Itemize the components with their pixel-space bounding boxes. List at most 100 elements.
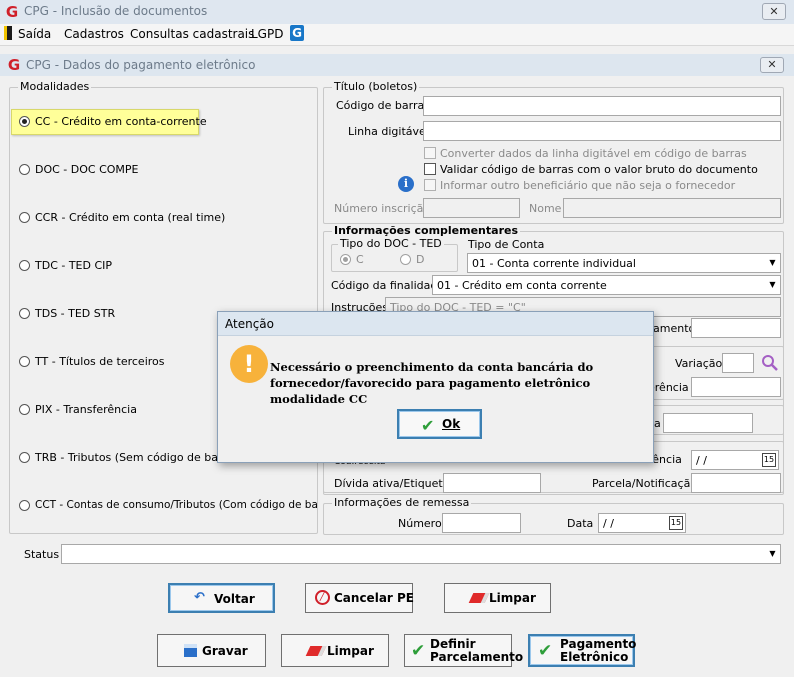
radio-trb[interactable]: [19, 452, 30, 463]
data-input[interactable]: / / 15: [598, 513, 686, 533]
referencia-label: erência: [648, 381, 689, 394]
pagamento-eletronico-line2: Eletrônico: [560, 650, 629, 664]
modalidade-option-doc[interactable]: DOC - DOC COMPE: [19, 163, 219, 177]
numero-inscricao-input[interactable]: [423, 198, 520, 218]
menu-bar: Saída Cadastros Consultas cadastrais LGP…: [0, 24, 794, 46]
divida-ativa-input[interactable]: [443, 473, 541, 493]
modalidade-option-ccr[interactable]: CCR - Crédito em conta (real time): [19, 211, 269, 225]
tipo-conta-label: Tipo de Conta: [468, 238, 545, 251]
check-icon: ✔: [538, 641, 553, 661]
pagamento-eletronico-line1: Pagamento: [560, 637, 637, 651]
validar-checkbox-label: Validar código de barras com o valor bru…: [440, 163, 758, 176]
close-icon: ✕: [767, 58, 777, 71]
radio-pix[interactable]: [19, 404, 30, 415]
menu-cadastros[interactable]: Cadastros: [64, 27, 124, 41]
validar-checkbox[interactable]: [424, 163, 436, 175]
calendar-icon[interactable]: 15: [762, 453, 776, 467]
search-icon[interactable]: [761, 354, 779, 372]
referencia-input[interactable]: [691, 377, 781, 397]
status-select[interactable]: ▼: [61, 544, 781, 564]
remessa-group: Informações de remessa: [323, 496, 784, 535]
pagamento-input[interactable]: [691, 318, 781, 338]
modalidade-option-tds[interactable]: TDS - TED STR: [19, 307, 219, 321]
outer-title-bar: G CPG - Inclusão de documentos ✕: [0, 0, 794, 24]
numero-input[interactable]: [442, 513, 521, 533]
atencao-dialog: Atenção ! Necessário o preenchimento da …: [217, 311, 654, 463]
linha-digitavel-label: Linha digitável: [348, 125, 429, 138]
radio-tipo-d-label: D: [416, 253, 425, 266]
inner-close-button[interactable]: ✕: [760, 57, 784, 73]
voltar-label: Voltar: [214, 592, 255, 606]
radio-cct[interactable]: [19, 500, 30, 511]
dialog-title-bar: Atenção: [218, 312, 653, 336]
variacao-input[interactable]: [722, 353, 754, 373]
data-label: Data: [567, 517, 594, 530]
radio-tds[interactable]: [19, 308, 30, 319]
check-icon: ✔: [411, 641, 426, 661]
informar-beneficiario-label: Informar outro beneficiário que não seja…: [440, 179, 736, 192]
calendar-icon[interactable]: 15: [669, 516, 683, 530]
linha-digitavel-input[interactable]: [423, 121, 781, 141]
numero-label: Número: [398, 517, 442, 530]
modalidade-option-pix[interactable]: PIX - Transferência: [19, 403, 219, 417]
converter-checkbox[interactable]: [424, 147, 436, 159]
radio-tds-label: TDS - TED STR: [35, 307, 116, 320]
radio-cc-label: CC - Crédito em conta-corrente: [35, 115, 207, 128]
dialog-message-line2: fornecedor/favorecido para pagamento ele…: [270, 376, 591, 406]
limpar-button-bottom[interactable]: Limpar: [281, 634, 389, 667]
modalidade-option-tt[interactable]: TT - Títulos de terceiros: [19, 355, 219, 369]
voltar-button[interactable]: ↶ Voltar: [168, 583, 275, 613]
radio-ccr[interactable]: [19, 212, 30, 223]
radio-tipo-c[interactable]: [340, 254, 351, 265]
modalidade-option-cct[interactable]: CCT - Contas de consumo/Tributos (Com có…: [19, 499, 317, 513]
cancelar-pe-button[interactable]: ╱ Cancelar PE: [305, 583, 414, 613]
dialog-title: Atenção: [225, 317, 274, 331]
eraser-icon: [468, 593, 490, 603]
chevron-down-icon[interactable]: ▼: [765, 545, 780, 563]
remessa-legend: Informações de remessa: [332, 496, 472, 509]
pagamento-eletronico-button[interactable]: ✔ Pagamento Eletrônico: [528, 634, 636, 667]
divida-ativa-label: Dívida ativa/Etiqueta: [334, 477, 450, 490]
limpar-top-label: Limpar: [489, 591, 536, 605]
nome-input[interactable]: [563, 198, 781, 218]
menu-saida[interactable]: Saída: [18, 27, 51, 41]
lgpd-app-icon[interactable]: G: [290, 25, 304, 41]
pagamento-eletronico-label: Pagamento Eletrônico: [560, 638, 636, 664]
info-icon[interactable]: i: [398, 176, 414, 192]
app-logo-icon: G: [5, 3, 19, 21]
menu-lgpd[interactable]: LGPD: [251, 27, 283, 41]
cancelar-pe-label: Cancelar PE: [334, 591, 414, 605]
modalidade-option-tdc[interactable]: TDC - TED CIP: [19, 259, 219, 273]
menu-consultas-cadastrais[interactable]: Consultas cadastrais: [130, 27, 254, 41]
gravar-label: Gravar: [202, 644, 248, 658]
tipo-conta-value: 01 - Conta corrente individual: [472, 257, 636, 270]
undo-arrow-icon: ↶: [194, 590, 205, 605]
modalidade-option-cc[interactable]: CC - Crédito em conta-corrente: [19, 115, 207, 129]
variacao-label: Variação: [675, 357, 723, 370]
chevron-down-icon[interactable]: ▼: [765, 254, 780, 272]
definir-parcelamento-line2: Parcelamento: [430, 650, 524, 664]
complementares-legend: Informações complementares: [332, 224, 521, 237]
exit-door-icon[interactable]: [4, 26, 12, 40]
codigo-barras-input[interactable]: [423, 96, 781, 116]
radio-cc[interactable]: [19, 116, 30, 127]
parcela-input[interactable]: [691, 473, 781, 493]
informar-beneficiario-checkbox[interactable]: [424, 179, 436, 191]
radio-tt[interactable]: [19, 356, 30, 367]
radio-tipo-d[interactable]: [400, 254, 411, 265]
radio-doc[interactable]: [19, 164, 30, 175]
definir-parcelamento-button[interactable]: ✔ Definir Parcelamento: [404, 634, 523, 667]
eraser-icon: [305, 646, 327, 656]
limpar-button-top[interactable]: Limpar: [444, 583, 551, 613]
radio-tdc[interactable]: [19, 260, 30, 271]
tipo-conta-select[interactable]: 01 - Conta corrente individual ▼: [467, 253, 781, 273]
modalidade-option-trb[interactable]: TRB - Tributos (Sem código de barras): [19, 451, 219, 465]
outer-close-button[interactable]: ✕: [762, 3, 786, 20]
radio-tdc-label: TDC - TED CIP: [35, 259, 113, 272]
a-input[interactable]: [663, 413, 753, 433]
referencia-date-input[interactable]: / / 15: [691, 450, 779, 470]
ok-button[interactable]: ✔ Ok: [397, 409, 482, 439]
gravar-button[interactable]: Gravar: [157, 634, 266, 667]
codigo-finalidade-select[interactable]: 01 - Crédito em conta corrente ▼: [432, 275, 781, 295]
chevron-down-icon[interactable]: ▼: [765, 276, 780, 294]
